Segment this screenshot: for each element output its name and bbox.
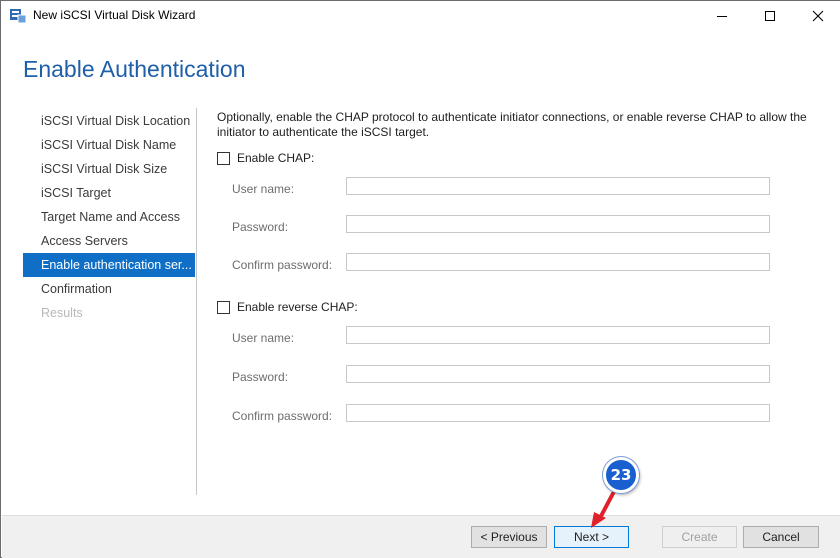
nav-step-enable-authentication[interactable]: Enable authentication ser... <box>23 253 195 277</box>
reverse-chap-confirm-password-label: Confirm password: <box>232 409 333 423</box>
nav-step-confirmation[interactable]: Confirmation <box>23 277 195 301</box>
wizard-app-icon <box>10 9 27 24</box>
reverse-chap-password-label: Password: <box>232 370 289 384</box>
page-title: Enable Authentication <box>23 56 246 82</box>
nav-step-disk-size[interactable]: iSCSI Virtual Disk Size <box>23 157 195 181</box>
reverse-chap-user-name-label: User name: <box>232 331 295 345</box>
nav-divider <box>196 108 197 495</box>
nav-step-target-name-access[interactable]: Target Name and Access <box>23 205 195 229</box>
chap-confirm-password-input[interactable] <box>346 253 770 271</box>
enable-reverse-chap-checkbox-row[interactable]: Enable reverse CHAP: <box>217 299 358 315</box>
previous-button[interactable]: < Previous <box>471 526 547 548</box>
reverse-chap-confirm-password-input[interactable] <box>346 404 770 422</box>
description-text: Optionally, enable the CHAP protocol to … <box>217 110 807 139</box>
nav-step-access-servers[interactable]: Access Servers <box>23 229 195 253</box>
maximize-button[interactable] <box>747 1 793 30</box>
chap-user-name-input[interactable] <box>346 177 770 195</box>
reverse-chap-user-name-input[interactable] <box>346 326 770 344</box>
wizard-window: New iSCSI Virtual Disk Wizard Enable Aut… <box>0 0 840 558</box>
chap-password-label: Password: <box>232 220 289 234</box>
close-button[interactable] <box>795 1 840 30</box>
nav-step-results: Results <box>41 306 83 320</box>
enable-chap-checkbox-row[interactable]: Enable CHAP: <box>217 150 314 166</box>
maximize-icon <box>765 10 775 21</box>
wizard-footer: < Previous Next > Create Cancel <box>2 515 840 558</box>
chap-password-input[interactable] <box>346 215 770 233</box>
nav-step-iscsi-target[interactable]: iSCSI Target <box>23 181 195 205</box>
enable-reverse-chap-checkbox[interactable] <box>217 300 230 314</box>
close-icon <box>812 10 824 21</box>
minimize-icon <box>717 15 727 17</box>
reverse-chap-password-input[interactable] <box>346 365 770 383</box>
cancel-button[interactable]: Cancel <box>743 526 819 548</box>
nav-step-disk-location[interactable]: iSCSI Virtual Disk Location <box>23 109 195 133</box>
minimize-button[interactable] <box>699 1 745 30</box>
step-number-badge: 23 <box>603 457 639 493</box>
nav-step-disk-name[interactable]: iSCSI Virtual Disk Name <box>23 133 195 157</box>
wizard-steps-nav: iSCSI Virtual Disk Location iSCSI Virtua… <box>23 109 195 325</box>
title-bar: New iSCSI Virtual Disk Wizard <box>1 1 840 30</box>
wizard-content: Enable Authentication iSCSI Virtual Disk… <box>2 30 840 515</box>
window-title: New iSCSI Virtual Disk Wizard <box>33 8 196 22</box>
chap-user-name-label: User name: <box>232 182 295 196</box>
chap-confirm-password-label: Confirm password: <box>232 258 333 272</box>
enable-chap-label: Enable CHAP: <box>237 151 315 165</box>
create-button: Create <box>662 526 737 548</box>
enable-reverse-chap-label: Enable reverse CHAP: <box>237 300 358 314</box>
enable-chap-checkbox[interactable] <box>217 151 230 165</box>
